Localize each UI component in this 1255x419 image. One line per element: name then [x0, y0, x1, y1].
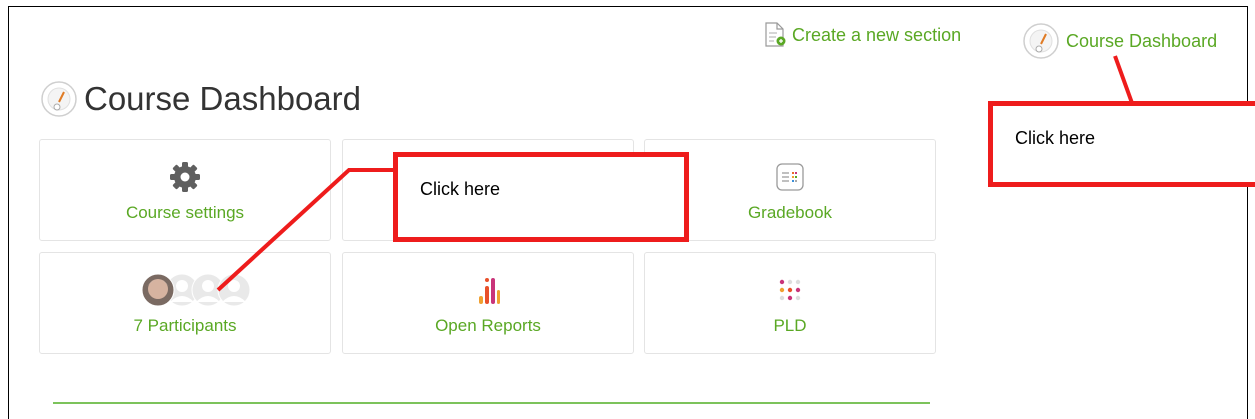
- tile-label: Open Reports: [435, 316, 541, 335]
- tile-label: PLD: [773, 316, 807, 335]
- create-section-icon: [764, 22, 786, 48]
- tile-label: Gradebook: [747, 203, 833, 222]
- participants-avatars-icon: [141, 273, 251, 307]
- tile-course-settings[interactable]: Course settings: [39, 139, 331, 241]
- tile-participants[interactable]: 7 Participants: [39, 252, 331, 354]
- dashboard-gauge-icon: [1022, 22, 1060, 60]
- tile-pld[interactable]: PLD: [644, 252, 936, 354]
- create-section-link[interactable]: Create a new section: [764, 22, 961, 48]
- course-dashboard-label: Course Dashboard: [1066, 30, 1218, 51]
- section-divider: [53, 402, 930, 404]
- callout-click-here-right: Click here: [988, 101, 1255, 187]
- page-title-text: Course Dashboard: [84, 80, 361, 117]
- callout-click-here-center: Click here: [393, 152, 689, 242]
- callout-text: Click here: [420, 179, 501, 199]
- create-section-label: Create a new section: [792, 24, 962, 45]
- gear-icon: [170, 162, 200, 192]
- tile-label: Course settings: [125, 203, 245, 222]
- gradebook-icon: [776, 163, 804, 191]
- reports-bar-icon: [479, 278, 500, 304]
- dashboard-gauge-icon: [40, 80, 78, 118]
- tile-label: 7 Participants: [133, 316, 237, 335]
- pld-dots-icon: [779, 279, 801, 301]
- tile-open-reports[interactable]: Open Reports: [342, 252, 634, 354]
- page-title: Course Dashboard: [40, 80, 361, 118]
- callout-text: Click here: [1015, 128, 1096, 148]
- course-dashboard-link[interactable]: Course Dashboard: [1022, 22, 1217, 60]
